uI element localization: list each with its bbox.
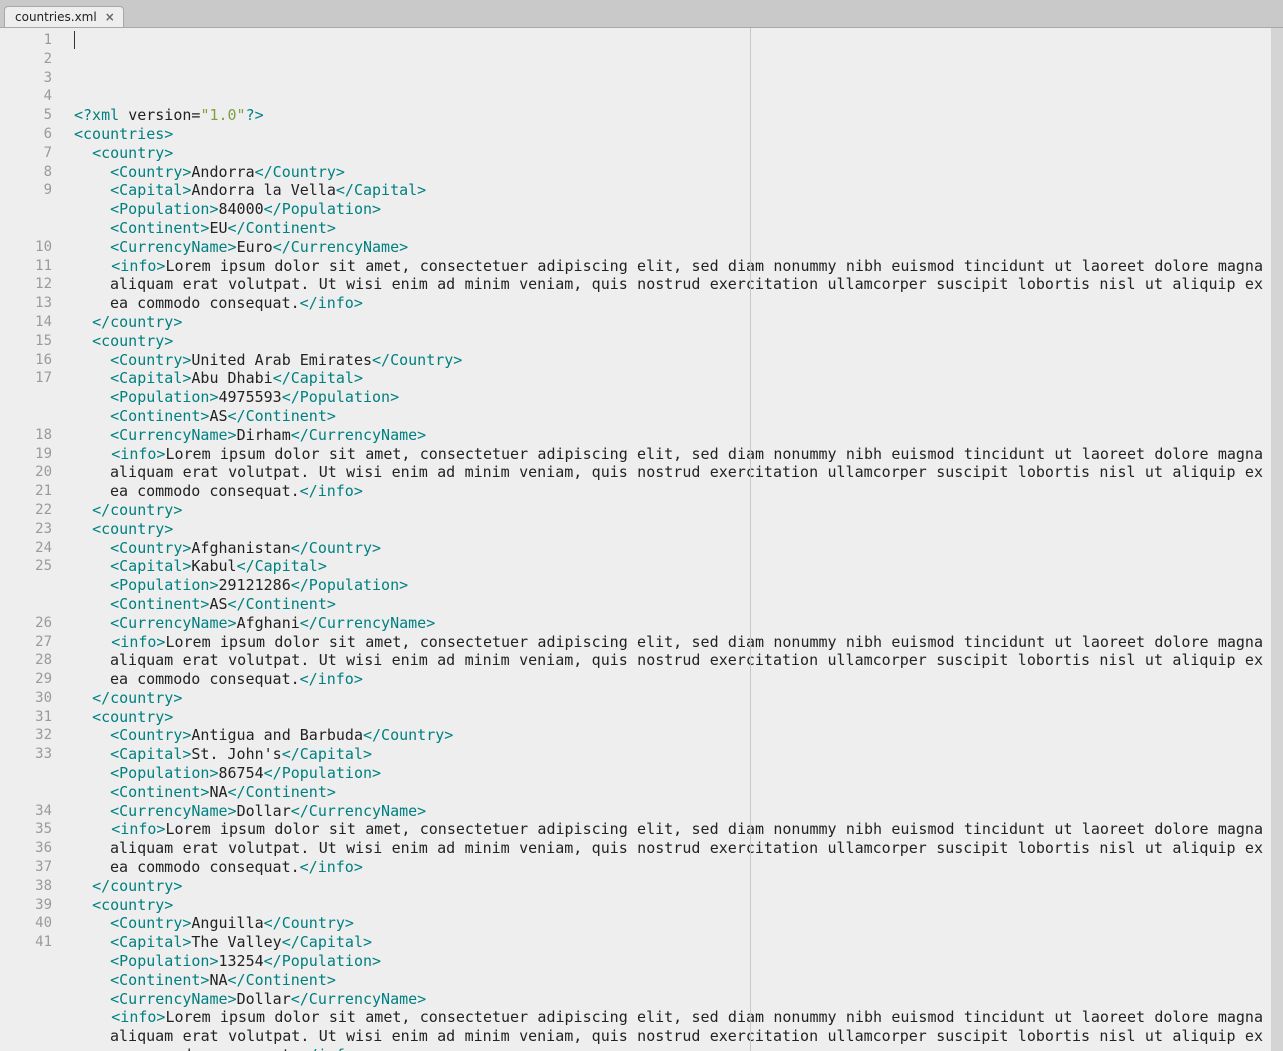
code-line[interactable]: <Capital>Kabul</Capital> xyxy=(74,557,1271,576)
code-line[interactable]: <info>Lorem ipsum dolor sit amet, consec… xyxy=(74,633,1271,689)
code-line[interactable]: <Continent>AS</Continent> xyxy=(74,407,1271,426)
code-line[interactable]: <CurrencyName>Afghani</CurrencyName> xyxy=(74,614,1271,633)
code-line[interactable]: <Population>84000</Population> xyxy=(74,200,1271,219)
code-line[interactable]: </country> xyxy=(74,501,1271,520)
vertical-scrollbar[interactable] xyxy=(1271,28,1283,1051)
code-line[interactable]: <Population>13254</Population> xyxy=(74,952,1271,971)
code-line[interactable]: <Capital>Andorra la Vella</Capital> xyxy=(74,181,1271,200)
code-line[interactable]: </country> xyxy=(74,689,1271,708)
code-line[interactable]: <country> xyxy=(74,332,1271,351)
code-line[interactable]: <country> xyxy=(74,144,1271,163)
code-line[interactable]: <info>Lorem ipsum dolor sit amet, consec… xyxy=(74,820,1271,876)
code-line[interactable]: <Capital>St. John's</Capital> xyxy=(74,745,1271,764)
code-line[interactable]: <Capital>Abu Dhabi</Capital> xyxy=(74,369,1271,388)
code-line[interactable]: </country> xyxy=(74,313,1271,332)
tab-countries-xml[interactable]: countries.xml × xyxy=(4,6,124,27)
code-line[interactable]: <info>Lorem ipsum dolor sit amet, consec… xyxy=(74,445,1271,501)
code-line[interactable]: <Population>29121286</Population> xyxy=(74,576,1271,595)
tab-title: countries.xml xyxy=(15,10,97,24)
code-line[interactable]: <Continent>NA</Continent> xyxy=(74,783,1271,802)
code-line[interactable]: <Country>Afghanistan</Country> xyxy=(74,539,1271,558)
code-line[interactable]: <Continent>EU</Continent> xyxy=(74,219,1271,238)
code-line[interactable]: <country> xyxy=(74,520,1271,539)
code-line[interactable]: <country> xyxy=(74,896,1271,915)
fold-column xyxy=(62,28,74,1051)
code-line[interactable]: <Country>United Arab Emirates</Country> xyxy=(74,351,1271,370)
code-line[interactable]: <Continent>AS</Continent> xyxy=(74,595,1271,614)
code-line[interactable]: <?xml version="1.0"?> xyxy=(74,106,1271,125)
code-line[interactable]: <info>Lorem ipsum dolor sit amet, consec… xyxy=(74,257,1271,313)
code-line[interactable]: <CurrencyName>Dollar</CurrencyName> xyxy=(74,802,1271,821)
code-line[interactable]: <Continent>NA</Continent> xyxy=(74,971,1271,990)
code-line[interactable]: <Country>Antigua and Barbuda</Country> xyxy=(74,726,1271,745)
code-line[interactable]: </country> xyxy=(74,877,1271,896)
code-line[interactable]: <Country>Anguilla</Country> xyxy=(74,914,1271,933)
code-line[interactable]: <CurrencyName>Euro</CurrencyName> xyxy=(74,238,1271,257)
code-line[interactable]: <country> xyxy=(74,708,1271,727)
code-line[interactable]: <info>Lorem ipsum dolor sit amet, consec… xyxy=(74,1008,1271,1051)
close-icon[interactable]: × xyxy=(103,10,117,24)
code-line[interactable]: <countries> xyxy=(74,125,1271,144)
code-line[interactable]: <CurrencyName>Dollar</CurrencyName> xyxy=(74,990,1271,1009)
tab-bar: countries.xml × xyxy=(0,0,1283,28)
code-line[interactable]: <Population>4975593</Population> xyxy=(74,388,1271,407)
code-area[interactable]: <?xml version="1.0"?><countries> <countr… xyxy=(74,28,1271,1051)
text-cursor xyxy=(74,31,75,49)
code-line[interactable]: <CurrencyName>Dirham</CurrencyName> xyxy=(74,426,1271,445)
line-number-gutter: 123456789 1011121314151617 1819202122232… xyxy=(0,28,62,1051)
editor[interactable]: 123456789 1011121314151617 1819202122232… xyxy=(0,28,1283,1051)
code-line[interactable]: <Population>86754</Population> xyxy=(74,764,1271,783)
code-line[interactable]: <Country>Andorra</Country> xyxy=(74,163,1271,182)
print-margin-rule xyxy=(750,28,751,1051)
code-line[interactable]: <Capital>The Valley</Capital> xyxy=(74,933,1271,952)
